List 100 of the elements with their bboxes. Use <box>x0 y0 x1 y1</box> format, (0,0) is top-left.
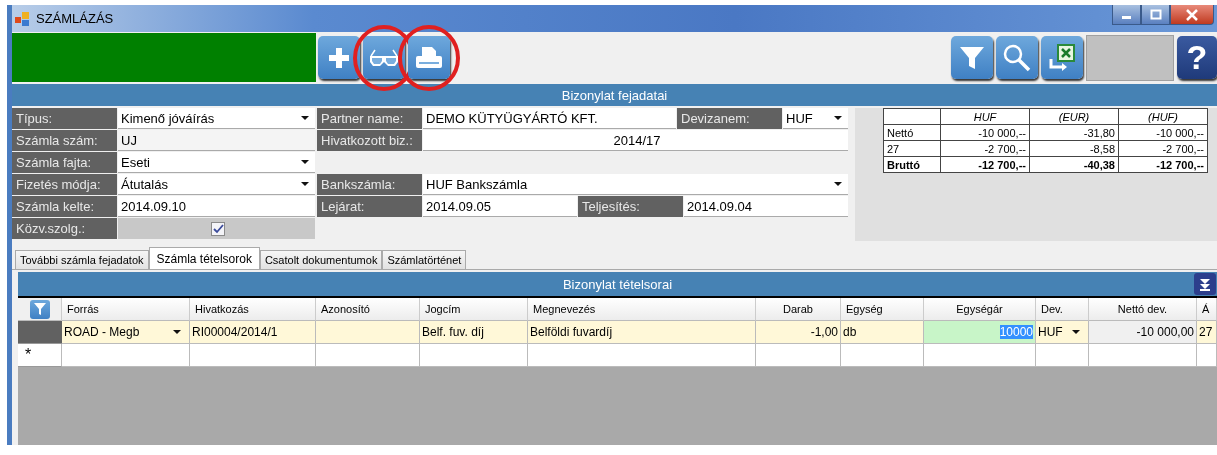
row-label: Nettó <box>883 124 941 141</box>
table-cell: -2 700,-- <box>1118 140 1208 157</box>
window-title: SZÁMLÁZÁS <box>36 11 114 26</box>
column-header: (HUF) <box>1118 108 1208 125</box>
app-icon <box>14 10 30 27</box>
input-field[interactable]: 2014/17 <box>423 130 848 151</box>
section-header: Bizonylat tételsorai <box>562 276 673 292</box>
excel-button[interactable] <box>1041 36 1083 79</box>
column-header[interactable]: Nettó dev. <box>1089 298 1197 321</box>
new-row-marker: * <box>18 344 62 367</box>
highlight-circle <box>397 24 461 92</box>
table-cell: -12 700,-- <box>1118 156 1208 173</box>
table-cell[interactable]: Belföldi fuvardíj <box>528 321 756 344</box>
table-cell[interactable] <box>420 344 528 367</box>
spreadsheet-export-icon <box>1047 42 1077 73</box>
caret-icon <box>300 159 310 165</box>
field-label: Típus: <box>12 108 117 129</box>
help-button[interactable]: ? <box>1177 36 1217 79</box>
table-cell[interactable] <box>1089 344 1197 367</box>
tab[interactable]: Számlatörténet <box>382 250 467 269</box>
caret-icon <box>300 181 310 187</box>
dropdown-field[interactable]: HUF Bankszámla <box>423 174 848 195</box>
add-button[interactable] <box>318 36 360 79</box>
view-button[interactable] <box>363 36 405 79</box>
table-cell[interactable] <box>924 344 1036 367</box>
table-cell: -40,38 <box>1029 156 1119 173</box>
table-cell[interactable] <box>316 321 420 344</box>
tab[interactable]: Számla tételsorok <box>148 247 260 269</box>
input-field[interactable]: DEMO KÜTYÜGYÁRTÓ KFT. <box>423 108 676 129</box>
table-cell[interactable] <box>62 344 190 367</box>
caret-icon <box>1071 329 1081 335</box>
checkbox[interactable] <box>211 221 225 236</box>
field-label: Bankszámla: <box>317 174 422 195</box>
section-header: Bizonylat fejadatai <box>12 84 1217 106</box>
field-label: Teljesítés: <box>578 196 683 217</box>
input-field[interactable]: UJ <box>118 130 315 151</box>
table-cell[interactable] <box>1036 344 1089 367</box>
maximize-button[interactable] <box>1141 5 1170 25</box>
dropdown-field[interactable]: Kimenő jóváírás <box>118 108 315 129</box>
table-cell[interactable] <box>756 344 841 367</box>
column-header[interactable]: Egység <box>841 298 924 321</box>
column-header[interactable]: Dev. <box>1036 298 1089 321</box>
table-cell[interactable] <box>1197 344 1217 367</box>
field-label: Számla szám: <box>12 130 117 151</box>
column-header[interactable]: Forrás <box>62 298 190 321</box>
table-cell[interactable] <box>316 344 420 367</box>
input-field[interactable]: 2014.09.05 <box>423 196 577 217</box>
tab[interactable]: További számla fejadatok <box>15 250 149 269</box>
column-header[interactable]: Egységár <box>924 298 1036 321</box>
minimize-button[interactable] <box>1112 5 1141 25</box>
dropdown-field[interactable]: Eseti <box>118 152 315 173</box>
table-cell: -10 000,-- <box>940 124 1030 141</box>
table-cell: -12 700,-- <box>940 156 1030 173</box>
column-header: HUF <box>940 108 1030 125</box>
column-header[interactable]: Á <box>1197 298 1217 321</box>
table-cell[interactable]: RI00004/2014/1 <box>190 321 316 344</box>
column-header[interactable]: Azonosító <box>316 298 420 321</box>
table-cell[interactable]: ROAD - Megb <box>62 321 190 344</box>
caret-icon <box>833 181 843 187</box>
table-cell[interactable] <box>841 344 924 367</box>
table-cell: -31,80 <box>1029 124 1119 141</box>
column-header[interactable]: Megnevezés <box>528 298 756 321</box>
field-label: Fizetés módja: <box>12 174 117 195</box>
close-icon <box>1185 8 1199 21</box>
table-cell: -10 000,-- <box>1118 124 1208 141</box>
search-icon <box>1003 43 1031 72</box>
printer-icon <box>414 45 444 70</box>
table-cell[interactable]: Belf. fuv. díj <box>420 321 528 344</box>
row-label: 27 <box>883 140 941 157</box>
table-cell[interactable] <box>528 344 756 367</box>
dropdown-field[interactable]: Átutalás <box>118 174 315 195</box>
collapse-button[interactable] <box>1194 273 1216 295</box>
table-cell: -8,58 <box>1029 140 1119 157</box>
field-label: Közv.szolg.: <box>12 218 117 239</box>
close-button[interactable] <box>1170 5 1214 25</box>
tab[interactable]: Csatolt dokumentumok <box>259 250 383 269</box>
column-header[interactable]: Jogcím <box>420 298 528 321</box>
maximize-icon <box>1149 8 1162 21</box>
table-cell[interactable] <box>190 344 316 367</box>
field-label: Devizanem: <box>677 108 782 129</box>
table-cell[interactable]: HUF <box>1036 321 1089 344</box>
caret-icon <box>172 329 182 335</box>
table-cell[interactable]: -10 000,00 <box>1089 321 1197 344</box>
column-header[interactable]: Hivatkozás <box>190 298 316 321</box>
row-header <box>18 321 62 344</box>
table-cell[interactable]: 27 <box>1197 321 1217 344</box>
field-label: Lejárat: <box>317 196 422 217</box>
input-field[interactable]: 2014.09.10 <box>118 196 315 217</box>
filter-button[interactable] <box>29 299 50 319</box>
field-label: Partner name: <box>317 108 422 129</box>
dropdown-field[interactable]: HUF <box>783 108 848 129</box>
table-cell[interactable]: db <box>841 321 924 344</box>
input-field[interactable]: 2014.09.04 <box>684 196 848 217</box>
filter-button[interactable] <box>951 36 993 79</box>
search-button[interactable] <box>996 36 1038 79</box>
caret-icon <box>833 115 843 121</box>
column-header[interactable]: Darab <box>756 298 841 321</box>
print-button[interactable] <box>408 36 450 79</box>
table-cell[interactable]: -1,00 <box>756 321 841 344</box>
field-label: Számla kelte: <box>12 196 117 217</box>
